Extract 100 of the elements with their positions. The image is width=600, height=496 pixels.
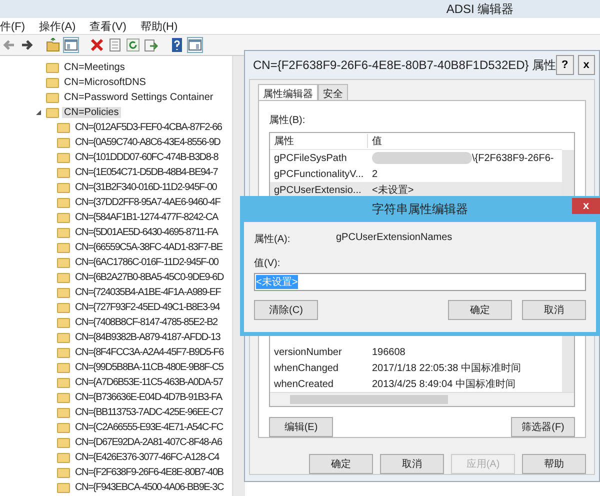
panel-icon[interactable] (188, 38, 202, 52)
tree-item[interactable]: CN={E426E376-3077-46FC-A128-C4 (73, 452, 221, 463)
dialog-button[interactable]: 确定 (309, 454, 373, 474)
ok-button[interactable]: 确定 (448, 300, 512, 320)
tree-item[interactable]: CN={31B2F340-016D-11D2-945F-00 (73, 182, 219, 193)
tab[interactable]: 安全 (318, 84, 348, 100)
column-header[interactable]: 属性 (270, 134, 368, 148)
tree-item[interactable]: CN={B736636E-E04D-4D7B-91B3-FA (73, 392, 224, 403)
tree-item[interactable]: CN={84B9382B-A879-4187-AFDD-13 (73, 332, 222, 343)
attribute-value: \{F2F638F9-26F6- (472, 152, 554, 164)
tree-item[interactable]: CN={66559C5A-38FC-4AD1-83F7-BE (73, 242, 224, 253)
folder-icon (46, 78, 59, 88)
attribute-value: <未设置> (372, 184, 414, 197)
dialog-button[interactable]: 取消 (380, 454, 444, 474)
folder-icon (57, 438, 70, 448)
tree-item[interactable]: CN=Password Settings Container (62, 92, 216, 103)
dialog-button[interactable]: 帮助 (522, 454, 586, 474)
tree-item[interactable]: CN={99D5B8BA-11CB-480E-9B8F-C5 (73, 362, 226, 373)
attribute-name: gPCUserExtensio... (273, 184, 362, 196)
folder-icon (57, 258, 70, 268)
tree-item[interactable]: CN={8F4FCC3A-A2A4-45F7-B9D5-F6 (73, 347, 226, 358)
folder-icon (46, 108, 59, 118)
tree-item[interactable]: CN={727F93F2-45ED-49C1-B8E3-94 (73, 302, 222, 313)
panel-icon[interactable] (64, 38, 78, 52)
folder-icon (57, 378, 70, 388)
menu-item[interactable]: 件(F) (0, 20, 26, 34)
attribute-value: 196608 (372, 346, 406, 358)
folder-icon (57, 228, 70, 238)
dialog-title: 字符串属性编辑器 (372, 200, 468, 218)
tree-item[interactable]: CN={0A59C740-A8C6-43E4-8556-9D (73, 137, 222, 148)
tree-item[interactable]: CN={F2F638F9-26F6-4E8E-80B7-40B (73, 467, 226, 478)
refresh-icon[interactable] (126, 38, 140, 52)
tree-item[interactable]: CN={012AF5D3-FEF0-4CBA-87F2-66 (73, 122, 224, 133)
delete-icon[interactable] (90, 38, 104, 52)
window-title: ADSI 编辑器 (446, 1, 514, 18)
expander-triangle-icon[interactable] (36, 110, 41, 115)
attribute-name: gPCFileSysPath (273, 152, 348, 164)
tree-item[interactable]: CN={F943EBCA-4500-4A06-BB9E-3C (73, 482, 226, 493)
list-row[interactable]: versionNumber 196608 (270, 344, 562, 360)
folder-icon (46, 92, 59, 102)
folder-icon (57, 422, 70, 432)
folder-icon (46, 62, 59, 72)
tree-item[interactable]: CN={584AF1B1-1274-477F-8242-CA (73, 212, 220, 223)
horizontal-scrollbar[interactable] (270, 392, 574, 406)
attribute-name: whenChanged (273, 362, 340, 374)
folder-icon (57, 272, 70, 282)
list-row[interactable]: gPCFunctionalityV... 2 (270, 166, 562, 182)
folder-up-icon[interactable] (46, 38, 60, 52)
forward-arrow-icon[interactable] (20, 38, 34, 52)
folder-icon (57, 138, 70, 148)
attribute-name: whenCreated (273, 378, 334, 390)
menu-item[interactable]: 操作(A) (39, 20, 76, 34)
tree-item[interactable]: CN={C2A66555-E93E-4E71-A54C-FC (73, 422, 225, 433)
tree-item[interactable]: CN=MicrosoftDNS (62, 77, 148, 88)
help-icon[interactable] (170, 38, 184, 52)
menu-item[interactable]: 查看(V) (90, 20, 126, 34)
folder-icon (57, 392, 70, 402)
clear-button[interactable]: 清除(C) (254, 300, 318, 320)
folder-icon (57, 482, 70, 492)
list-row[interactable]: gPCFileSysPath \{F2F638F9-26F6- (270, 150, 562, 166)
tree-item[interactable]: CN={5D01AE5D-6430-4695-8711-FA (73, 227, 220, 238)
attribute-value: 2017/1/18 22:05:38 中国标准时间 (372, 362, 521, 375)
folder-icon (57, 198, 70, 208)
close-button[interactable]: x (578, 55, 595, 75)
list-row[interactable]: whenChanged 2017/1/18 22:05:38 中国标准时间 (270, 360, 562, 376)
folder-icon (57, 408, 70, 418)
tree-item[interactable]: CN={6AC1786C-016F-11D2-945F-00 (73, 257, 220, 268)
tab[interactable]: 属性编辑器 (258, 84, 318, 100)
column-header[interactable]: 值 (368, 134, 382, 148)
folder-icon (57, 122, 70, 132)
folder-icon (57, 168, 70, 178)
tree-item[interactable]: CN=Policies (62, 107, 121, 118)
folder-icon (57, 288, 70, 298)
tree-item[interactable]: CN={101DDD07-60FC-474B-B3D8-8 (73, 152, 220, 163)
dialog-title: CN={F2F638F9-26F6-4E8E-80B7-40B8F1D532ED} 属性 (253, 56, 556, 74)
filter-button[interactable]: 筛选器(F) (511, 417, 575, 437)
menu-item[interactable]: 帮助(H) (140, 20, 178, 34)
folder-icon (57, 242, 70, 252)
tree-item[interactable]: CN={A7D6B53E-11C5-463B-A0DA-57 (73, 377, 225, 388)
close-button[interactable]: x (572, 198, 600, 214)
tree-item[interactable]: CN={1E054C71-D5DB-48B4-BE94-7 (73, 167, 220, 178)
tree-item[interactable]: CN={D67E92DA-2A81-407C-8F48-A6 (73, 437, 224, 448)
attribute-name: gPCUserExtensionNames (336, 232, 452, 245)
folder-icon (57, 182, 70, 192)
folder-icon (57, 318, 70, 328)
tree-item[interactable]: CN={BB113753-7ADC-425E-96EE-C7 (73, 407, 225, 418)
help-button[interactable]: ? (556, 55, 574, 75)
document-icon[interactable] (108, 38, 122, 52)
tree-item[interactable]: CN={7408B8CF-8147-4785-85E2-B2 (73, 317, 220, 328)
export-icon[interactable] (144, 38, 158, 52)
edit-button[interactable]: 编辑(E) (269, 417, 333, 437)
folder-icon (57, 468, 70, 478)
tree-item[interactable]: CN=Meetings (62, 62, 127, 73)
list-row[interactable]: whenCreated 2013/4/25 8:49:04 中国标准时间 (270, 376, 562, 392)
tree-item[interactable]: CN={724035B4-A1BE-4F1A-A989-EF (73, 287, 223, 298)
tree-item[interactable]: CN={6B2A27B0-8BA5-45C0-9DE9-6D (73, 272, 226, 283)
attribute-name: versionNumber (273, 346, 343, 358)
cancel-button[interactable]: 取消 (522, 300, 586, 320)
tree-item[interactable]: CN={37DD2FF8-95A7-4AE6-9460-4F (73, 197, 222, 208)
folder-icon (57, 152, 70, 162)
